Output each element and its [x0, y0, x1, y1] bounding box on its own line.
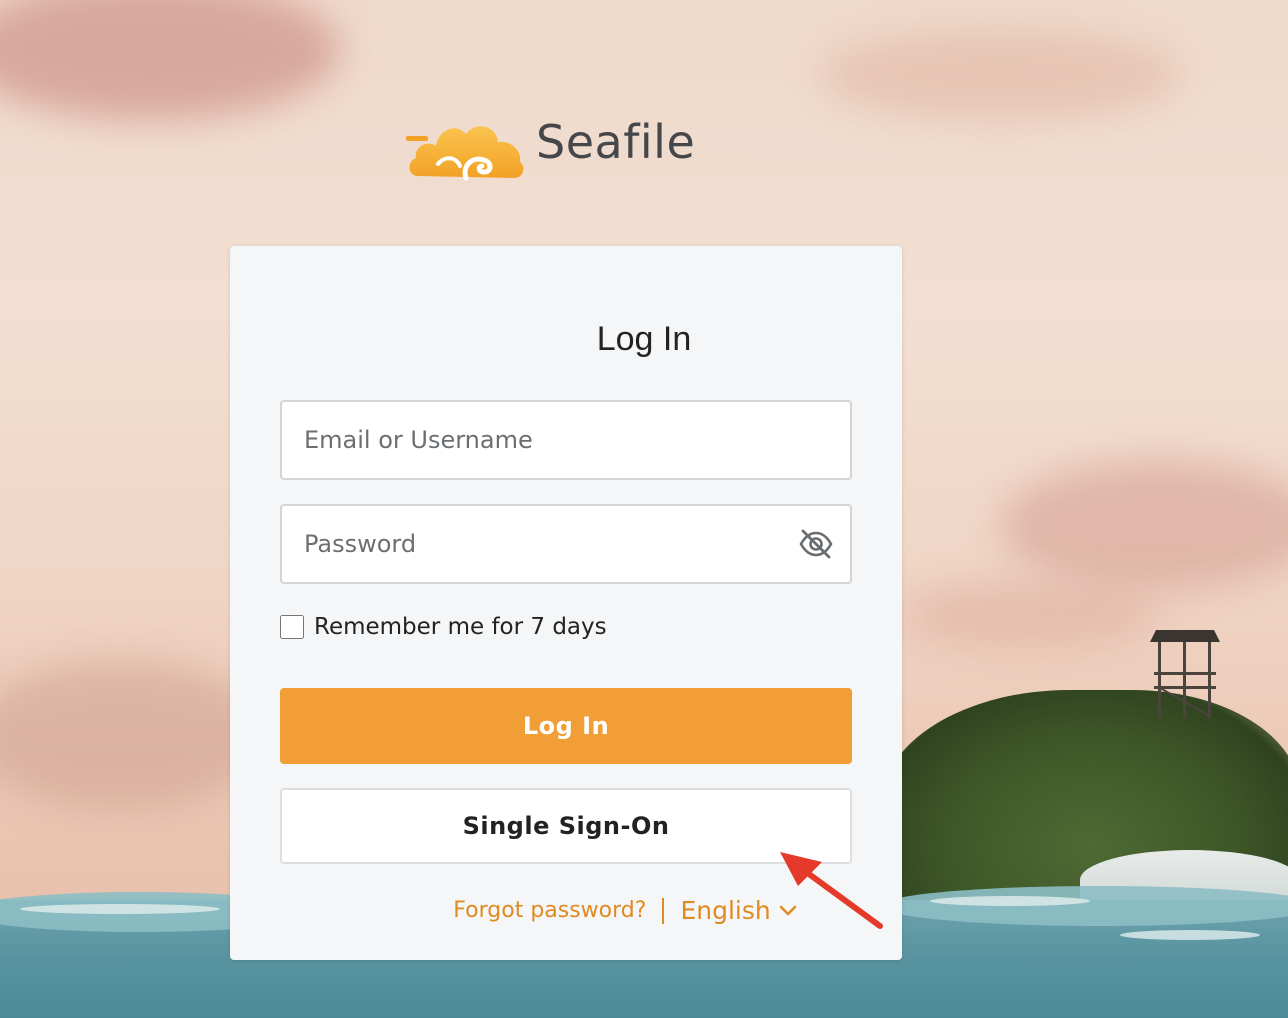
remember-label: Remember me for 7 days — [314, 614, 607, 640]
forgot-password-link[interactable]: Forgot password? — [453, 898, 646, 923]
language-label: English — [680, 896, 771, 925]
red-arrow-icon — [780, 852, 883, 929]
eye-slash-icon[interactable] — [798, 528, 834, 560]
remember-me[interactable]: Remember me for 7 days — [280, 614, 607, 640]
username-input[interactable] — [280, 400, 852, 480]
brand-name: Seafile — [536, 115, 696, 169]
remember-checkbox[interactable] — [280, 615, 304, 639]
page-title: Log In — [596, 320, 692, 358]
single-sign-on-button[interactable]: Single Sign-On — [280, 788, 852, 864]
seafile-logo: Seafile — [404, 100, 695, 184]
password-input[interactable] — [280, 504, 852, 584]
login-footer: Forgot password? English — [0, 896, 1288, 925]
login-button[interactable]: Log In — [280, 688, 852, 764]
footer-divider — [662, 897, 665, 924]
seafile-cloud-wave-logo-icon — [406, 126, 524, 181]
watchtower-graphic — [1150, 630, 1220, 718]
